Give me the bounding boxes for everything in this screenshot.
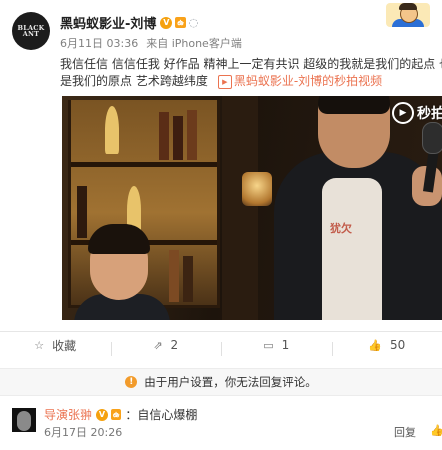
like-icon: 👍 xyxy=(368,338,382,352)
video-person-singer: 犹欠 xyxy=(274,96,442,320)
video-player[interactable]: 犹欠 ▶ 秒拍 xyxy=(62,96,442,320)
author-avatar[interactable]: BLACK ANT xyxy=(12,12,50,50)
comment-button[interactable]: ▭ 1 xyxy=(221,338,332,356)
commenter-verified-icon: V xyxy=(96,408,109,421)
repost-button[interactable]: ⇗ 2 xyxy=(110,338,222,356)
author-row: 黑蚂蚁影业-刘博 V ఉ ◌ xyxy=(60,13,198,32)
video-play-icon: ▶ xyxy=(217,74,232,89)
favorite-button[interactable]: ☆ 收藏 xyxy=(0,337,111,354)
video-watermark: ▶ 秒拍 xyxy=(392,102,442,124)
video-person-left xyxy=(74,224,174,320)
comment-icon: ▭ xyxy=(263,338,274,352)
commenter-tag-icon: ఉ xyxy=(111,409,122,420)
member-tag-icon: ఉ xyxy=(175,17,186,28)
reply-restriction-notice: ! 由于用户设置，你无法回复评论。 xyxy=(0,368,442,396)
video-door-shadow xyxy=(222,96,258,320)
post-text-line-2: 是我们的原点 艺术跨越纬度 ▶ 黑蚂蚁影业-刘博的秒拍视频 xyxy=(60,73,442,90)
post-text-line-2-content: 是我们的原点 艺术跨越纬度 xyxy=(60,74,208,88)
post-time[interactable]: 6月11日 03:36 xyxy=(60,37,138,50)
post-action-bar: ☆ 收藏 ⇗ 2 ▭ 1 👍 50 xyxy=(0,331,442,358)
miaopai-logo-icon: ▶ xyxy=(392,102,414,124)
verified-badge-icon: V xyxy=(160,16,173,29)
like-count: 50 xyxy=(389,338,406,352)
comment-line: 导演张翀 V ఉ ：自信心爆棚 xyxy=(44,406,197,423)
video-watermark-text: 秒拍 xyxy=(417,106,442,122)
video-link-label: 黑蚂蚁影业-刘博的秒拍视频 xyxy=(233,74,383,88)
comment-item: 导演张翀 V ఉ ：自信心爆棚 6月17日 20:26 回复 👍 xyxy=(0,400,442,450)
video-wall-lamp xyxy=(242,172,272,206)
post-meta: 6月11日 03:36 来自 iPhone客户端 xyxy=(60,35,242,51)
repost-count: 2 xyxy=(170,338,179,352)
card-decoration-image xyxy=(386,3,430,27)
tee-print-text: 犹欠 xyxy=(330,222,352,235)
star-icon: ☆ xyxy=(34,338,45,352)
share-icon: ⇗ xyxy=(153,338,163,352)
notice-text: 由于用户设置，你无法回复评论。 xyxy=(144,375,317,389)
comment-text: ：自信心爆棚 xyxy=(125,408,198,422)
microphone-icon xyxy=(422,122,442,154)
like-button[interactable]: 👍 50 xyxy=(331,338,442,356)
favorite-label: 收藏 xyxy=(52,338,77,353)
post-text: 我信任信 信信任我 好作品 精神上一定有共识 超级的我就是我们的起点 也 是我们… xyxy=(60,56,442,90)
comment-like-icon[interactable]: 👍 xyxy=(430,424,442,437)
post-text-line: 我信任信 信信任我 好作品 精神上一定有共识 超级的我就是我们的起点 也 xyxy=(60,57,442,71)
weibo-post: BLACK ANT 黑蚂蚁影业-刘博 V ఉ ◌ 6月11日 03:36 来自 i… xyxy=(0,0,442,331)
avatar-logo-text: BLACK ANT xyxy=(17,23,45,38)
video-link[interactable]: ▶ 黑蚂蚁影业-刘博的秒拍视频 xyxy=(217,74,383,89)
comment-reply-button[interactable]: 回复 xyxy=(394,424,416,440)
warning-icon: ! xyxy=(125,376,138,388)
comment-time: 6月17日 20:26 xyxy=(44,426,123,439)
gender-icon: ◌ xyxy=(188,16,199,29)
commenter-name[interactable]: 导演张翀 xyxy=(44,406,92,423)
post-source: 来自 iPhone客户端 xyxy=(146,37,242,50)
comment-count: 1 xyxy=(281,338,290,352)
commenter-avatar[interactable] xyxy=(12,408,36,432)
author-name[interactable]: 黑蚂蚁影业-刘博 xyxy=(60,13,156,32)
